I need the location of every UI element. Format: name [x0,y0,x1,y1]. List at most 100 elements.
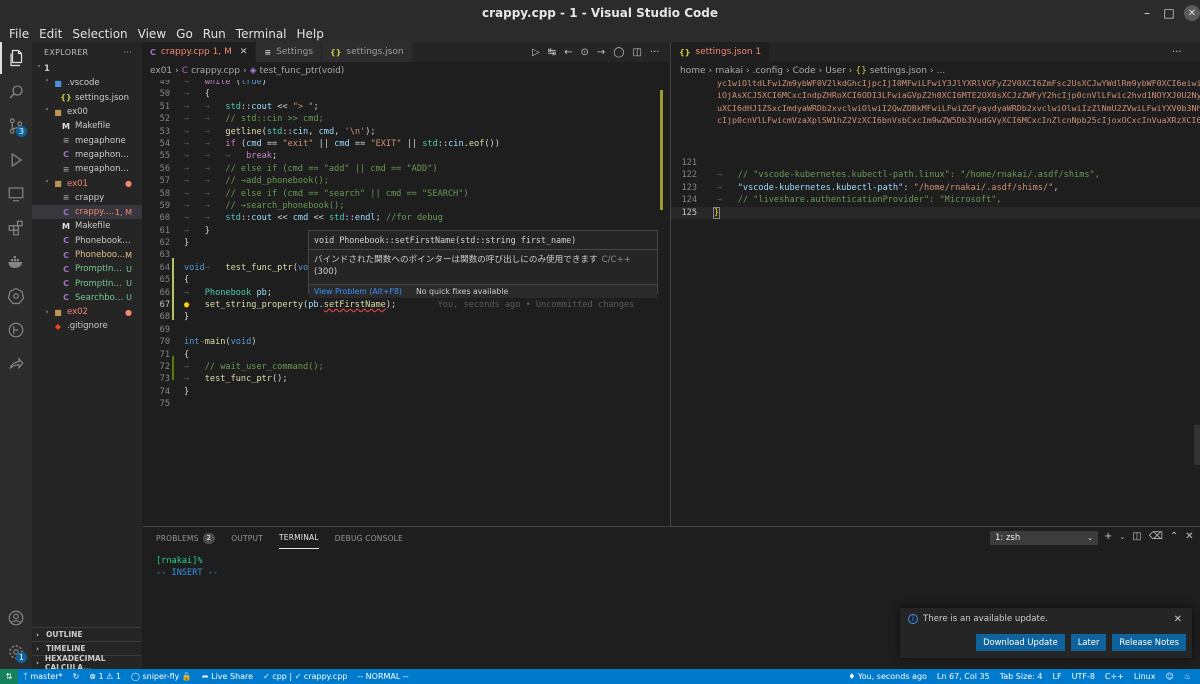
chevron-right-icon: › [175,66,179,76]
menu-run[interactable]: Run [198,26,231,42]
file-item[interactable]: M Makefile [32,219,142,233]
platform[interactable]: Linux [1129,672,1161,681]
more-actions-icon[interactable]: ··· [650,47,660,58]
remote-icon[interactable]: ⇅ [0,669,18,684]
tab-debug-console[interactable]: DEBUG CONSOLE [335,527,403,549]
feedback-icon[interactable]: ☺ [1160,672,1178,681]
file-item[interactable]: C Phoneboo... M [32,248,142,262]
menu-help[interactable]: Help [292,26,329,42]
close-icon[interactable]: ✕ [240,47,248,57]
minimize-icon[interactable]: – [1136,4,1158,22]
lightbulb-icon[interactable]: ● [184,300,189,310]
view-problem-link[interactable]: View Problem (Alt+F8) [314,287,402,296]
language-mode[interactable]: C++ [1100,672,1129,681]
file-item[interactable]: Cmegaphone.cpp [32,148,142,162]
terminal-output[interactable]: [rnakai]% -- INSERT -- [156,555,218,579]
line-ending[interactable]: LF [1048,672,1067,681]
git-commit-icon[interactable]: ⊙ [580,47,588,58]
chevron-right-icon: › [36,644,39,653]
docker-icon[interactable] [0,246,32,278]
file-item[interactable]: Ccrappy.c... 1, M [32,204,142,220]
folder-item[interactable]: ˅ ■ ex01 ● [32,176,142,190]
outline-section[interactable]: › OUTLINE [32,627,142,641]
sync-icon[interactable]: ↻ [68,672,85,681]
menu-selection[interactable]: Selection [67,26,132,42]
source-control-icon[interactable]: 3 [0,110,32,142]
file-item[interactable]: C Searchboo... U [32,291,142,305]
terminal-select[interactable]: 1: zsh ⌄ [990,531,1098,545]
trash-icon[interactable]: ⌫ [1149,531,1163,542]
git-branch[interactable]: ᛉ master* [18,672,68,681]
explorer-icon[interactable] [0,42,32,74]
split-editor-icon[interactable]: ◫ [632,47,641,58]
git-blame-status[interactable]: ♦ You, seconds ago [843,672,932,681]
cursor-position[interactable]: Ln 67, Col 35 [932,672,995,681]
folder-item[interactable]: ˅ ■ ex00 [32,105,142,119]
right-scroll-thumb[interactable] [1194,425,1200,465]
menu-go[interactable]: Go [171,26,198,42]
close-panel-icon[interactable]: ✕ [1185,531,1193,542]
file-item[interactable]: ◆ .gitignore [32,319,142,333]
remote-explorer-icon[interactable] [0,178,32,210]
folder-item[interactable]: ˅ ■ .vscode [32,76,142,90]
run-debug-icon[interactable] [0,144,32,176]
file-item[interactable]: ≡ megaphone [32,133,142,147]
file-item[interactable]: {} settings.json [32,91,142,105]
maximize-panel-icon[interactable]: ⌃ [1170,531,1178,542]
tab-settings-json[interactable]: {} settings.json [322,42,413,62]
account-status[interactable]: ◯ sniper-fly 🔒 [126,672,197,681]
tree-item-label: Makefile [75,121,111,132]
tab-crappy-cpp[interactable]: C crappy.cpp 1, M ✕ [142,42,257,62]
tab-terminal[interactable]: TERMINAL [278,527,319,549]
left-code-editor[interactable]: 49 → while (true) 50 → { 51 → → std::cout <… [142,80,670,526]
manage-gear-icon[interactable]: 1 [0,636,32,668]
add-terminal-icon[interactable]: + [1104,531,1112,542]
extensions-icon[interactable] [0,212,32,244]
problems-status[interactable]: ⊗ 1 ⚠ 1 [84,672,126,681]
file-item[interactable]: C PromptInp... U [32,276,142,290]
compare-icon[interactable]: ↹ [548,47,556,58]
menu-view[interactable]: View [133,26,171,42]
account-icon[interactable] [0,602,32,634]
release-notes-button[interactable]: Release Notes [1112,634,1186,651]
file-item[interactable]: ≡ crappy [32,191,142,205]
workspace-root[interactable]: ˇ 1 [32,62,142,76]
maximize-icon[interactable]: □ [1158,4,1180,22]
file-item[interactable]: M Makefile [32,119,142,133]
file-item[interactable]: C PromptInp... U [32,262,142,276]
later-button[interactable]: Later [1070,634,1107,651]
run-icon[interactable]: ▷ [532,47,540,58]
file-item[interactable]: C Phonebook.cpp [32,234,142,248]
menu-file[interactable]: File [4,26,34,42]
git-graph-icon[interactable] [0,314,32,346]
tab-size[interactable]: Tab Size: 4 [995,672,1048,681]
next-change-icon[interactable]: → [597,47,605,58]
more-actions-icon[interactable]: ··· [1172,47,1182,58]
cpp-config-status[interactable]: ✓ cpp | ✓ crappy.cpp [258,672,352,681]
file-icon: C [63,250,69,260]
explorer-more-icon[interactable]: ··· [123,48,132,57]
tab-problems[interactable]: PROBLEMS 2 [156,527,216,549]
previous-change-icon[interactable]: ← [564,47,572,58]
open-changes-icon[interactable]: ◯ [613,47,624,58]
hex-calculator-section[interactable]: › HEXADECIMAL CALCULA... [32,654,142,669]
download-update-button[interactable]: Download Update [976,634,1065,651]
encoding[interactable]: UTF-8 [1067,672,1100,681]
split-terminal-icon[interactable]: ◫ [1132,531,1141,542]
close-icon[interactable]: ✕ [1174,614,1182,625]
menu-edit[interactable]: Edit [34,26,67,42]
tab-settings-json-right[interactable]: {} settings.json 1 [671,42,771,62]
kubernetes-icon[interactable] [0,280,32,312]
right-code-editor[interactable]: yc1wiOltdLFwiZm9ybWF0V2lkdGhcIjpcIjI0MFw… [671,80,1200,526]
close-icon[interactable]: ✕ [1184,5,1200,21]
file-item[interactable]: ≡ megaphone.o [32,162,142,176]
menu-terminal[interactable]: Terminal [231,26,292,42]
folder-item[interactable]: › ■ ex02 ● [32,305,142,319]
search-icon[interactable] [0,76,32,108]
live-share-icon[interactable] [0,348,32,380]
notifications-bell-icon[interactable]: ♨ [1179,672,1196,681]
live-share-status[interactable]: ➦ Live Share [197,672,258,681]
tab-settings[interactable]: ≡ Settings [256,42,323,62]
chevron-down-icon[interactable]: ⌄ [1119,533,1125,542]
tab-output[interactable]: OUTPUT [231,527,263,549]
